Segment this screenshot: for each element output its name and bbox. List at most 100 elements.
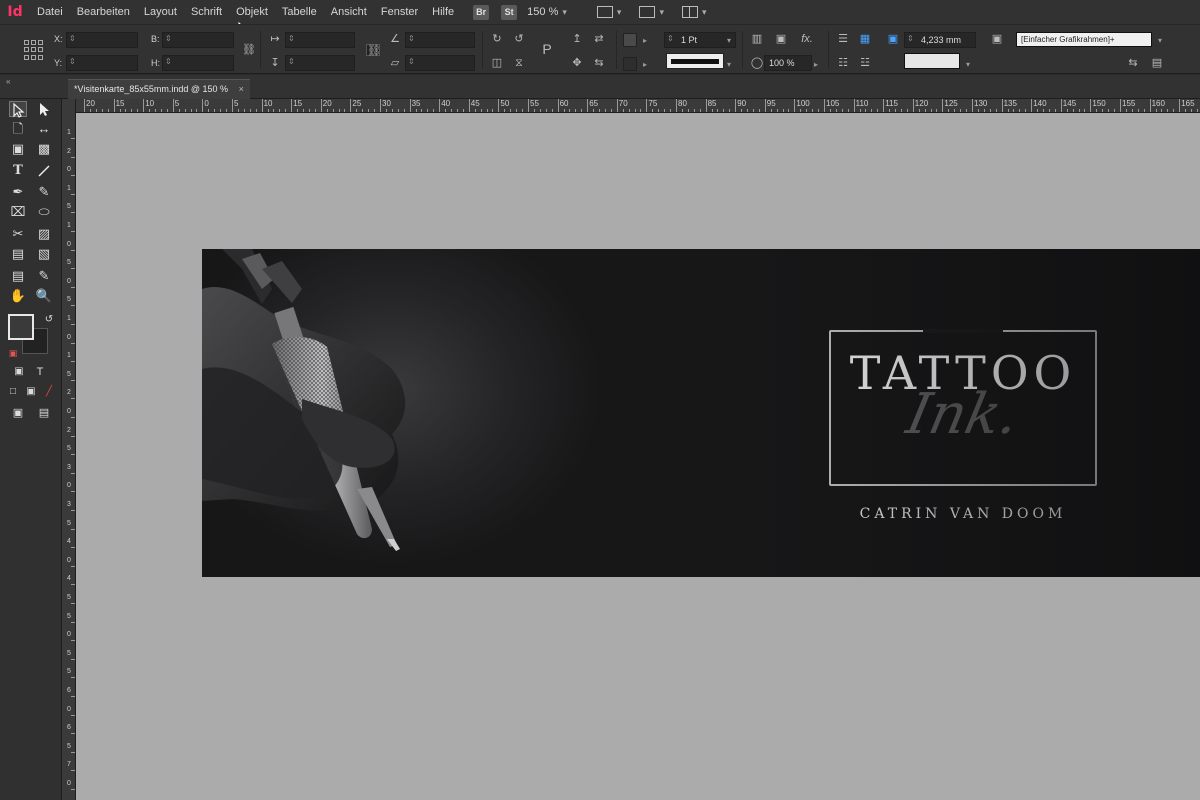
gradient-feather-icon[interactable]: ▧ <box>35 246 53 262</box>
swap-fill-stroke-icon[interactable]: ↺ <box>40 312 58 328</box>
stock-button[interactable]: St <box>501 4 518 20</box>
width-field[interactable]: ⇕ <box>162 32 234 48</box>
stroke-type-swatch[interactable] <box>666 53 724 69</box>
pencil-icon[interactable]: ✎ <box>35 184 53 200</box>
pen-icon[interactable]: ✒ <box>9 184 27 200</box>
content-collector-icon[interactable]: ▣ <box>9 141 27 157</box>
select-container-icon[interactable]: ↥ <box>570 33 584 45</box>
offset-field[interactable]: ⇕ 4,233 mm <box>904 32 976 48</box>
menu-tabelle[interactable]: Tabelle <box>275 6 324 18</box>
fill-swatch-icon[interactable] <box>623 33 637 47</box>
eyedropper-icon[interactable]: ✎ <box>35 268 53 284</box>
vertical-ruler[interactable]: 120151050510152025303540455055606570 <box>62 99 76 800</box>
menu-ansicht[interactable]: Ansicht <box>324 6 374 18</box>
pasteboard[interactable]: TATTOO Ink. CATRIN VAN DOOM <box>76 113 1200 800</box>
y-position-field[interactable]: ⇕ <box>66 55 138 71</box>
stroke-swatch-icon[interactable] <box>623 57 637 71</box>
menu-schrift[interactable]: Schrift <box>184 6 229 18</box>
object-style-icon[interactable]: ▣ <box>990 33 1004 45</box>
selection-icon[interactable] <box>9 101 27 118</box>
default-fill-stroke-icon[interactable]: ▣ <box>4 345 22 361</box>
text-wrap-shape-icon[interactable]: ☷ <box>836 57 850 69</box>
object-style-chevron-icon[interactable]: ▾ <box>1158 36 1162 45</box>
formatting-container-icon[interactable]: ▣ <box>10 364 28 380</box>
menu-bearbeiten[interactable]: Bearbeiten <box>70 6 137 18</box>
screen-mode-icon[interactable] <box>639 6 656 18</box>
arrange-documents-chevron-icon[interactable]: ▾ <box>702 7 707 18</box>
scale-x-field[interactable]: ⇕ <box>285 32 355 48</box>
apply-gradient-icon[interactable]: ▣ <box>22 384 40 400</box>
collapse-panel-icon[interactable]: « <box>6 77 10 86</box>
flip-vertical-icon[interactable]: ⧖ <box>512 57 526 69</box>
shear-angle-field[interactable]: ⇕ <box>405 55 475 71</box>
content-placer-icon[interactable]: ▩ <box>35 141 53 157</box>
hand-icon[interactable]: ✋ <box>9 288 27 304</box>
scale-y-field[interactable]: ⇕ <box>285 55 355 71</box>
arrange-documents-icon[interactable] <box>681 6 698 18</box>
rotate-cw-icon[interactable]: ↻ <box>490 33 504 45</box>
menu-datei[interactable]: Datei <box>30 6 70 18</box>
view-options-icon[interactable] <box>596 6 613 18</box>
zoom-icon[interactable]: 🔍 <box>35 288 53 304</box>
select-next-object-icon[interactable]: ⇆ <box>592 57 606 69</box>
drop-shadow-icon[interactable]: ▣ <box>774 33 788 45</box>
stroke-weight-chevron-icon[interactable]: ▾ <box>727 36 731 45</box>
rotation-angle-field[interactable]: ⇕ <box>405 32 475 48</box>
constrain-scale-icon[interactable]: ⛓ <box>366 44 381 57</box>
corner-options-icon[interactable]: ▥ <box>750 33 764 45</box>
frame-fitting-icon[interactable]: ▣ <box>886 33 900 45</box>
screen-mode-chevron-icon[interactable]: ▾ <box>659 7 664 18</box>
text-wrap-none-icon[interactable]: ☰ <box>836 33 850 45</box>
line-icon[interactable] <box>35 163 53 179</box>
formatting-text-icon[interactable]: T <box>31 364 49 380</box>
direct-selection-icon[interactable] <box>35 101 53 117</box>
gradient-swatch-icon[interactable]: ▤ <box>9 246 27 262</box>
opacity-field[interactable]: 100 % <box>764 55 812 71</box>
logo-script[interactable]: Ink. <box>824 382 1102 447</box>
tattoo-machine-photo[interactable] <box>202 249 422 577</box>
select-content-icon[interactable]: ✥ <box>570 57 584 69</box>
panel-menu-icon[interactable]: ▤ <box>1150 57 1164 69</box>
document-tab[interactable]: *Visitenkarte_85x55mm.indd @ 150 % × <box>68 79 250 99</box>
fill-color-swatch[interactable] <box>904 53 960 69</box>
gap-icon[interactable]: ↔ <box>35 121 53 137</box>
stroke-chevron-icon[interactable]: ▸ <box>643 60 647 69</box>
fill-color-chevron-icon[interactable]: ▾ <box>966 60 970 69</box>
bridge-button[interactable]: Br <box>473 4 490 20</box>
apply-color-icon[interactable]: □ <box>4 384 22 400</box>
corner-shape-icon[interactable]: ◯ <box>750 57 764 69</box>
zoom-chevron-icon[interactable]: ▾ <box>562 7 567 18</box>
menu-hilfe[interactable]: Hilfe <box>425 6 461 18</box>
owner-name[interactable]: CATRIN VAN DOOM <box>829 506 1097 522</box>
clear-overrides-icon[interactable]: ⇆ <box>1126 57 1140 69</box>
stroke-type-chevron-icon[interactable]: ▾ <box>727 60 731 69</box>
fx-icon[interactable]: fx. <box>800 33 814 45</box>
view-options-chevron-icon[interactable]: ▾ <box>617 7 622 18</box>
fill-proxy[interactable] <box>8 314 34 340</box>
rotate-ccw-icon[interactable]: ↺ <box>512 33 526 45</box>
apply-none-icon[interactable]: ╱ <box>40 384 58 400</box>
object-style-select[interactable]: [Einfacher Grafikrahmen]+ <box>1016 32 1152 47</box>
reference-point-icon[interactable] <box>24 40 44 60</box>
type-icon[interactable]: T <box>9 163 27 179</box>
select-prev-object-icon[interactable]: ⇄ <box>592 33 606 45</box>
text-wrap-bounding-icon[interactable]: ▦ <box>858 33 872 45</box>
logo-frame[interactable]: TATTOO Ink. <box>829 329 1097 486</box>
ellipse-icon[interactable]: ⬭ <box>35 204 53 220</box>
close-tab-icon[interactable]: × <box>239 84 244 94</box>
zoom-level[interactable]: 150 % <box>527 6 558 18</box>
free-transform-icon[interactable]: ▨ <box>35 226 53 242</box>
page-icon[interactable]: 🗋 <box>9 121 27 137</box>
stroke-weight-field[interactable]: ⇕ 1 Pt <box>664 32 736 48</box>
opacity-chevron-icon[interactable]: ▸ <box>814 60 818 69</box>
text-wrap-jump-icon[interactable]: ☳ <box>858 57 872 69</box>
x-position-field[interactable]: ⇕ <box>66 32 138 48</box>
scissors-icon[interactable]: ✂ <box>9 226 27 242</box>
constrain-proportions-icon[interactable]: ⛓ <box>242 44 256 56</box>
menu-fenster[interactable]: Fenster <box>374 6 425 18</box>
business-card-page[interactable]: TATTOO Ink. CATRIN VAN DOOM <box>202 249 1200 577</box>
horizontal-ruler[interactable]: 20 15 10 5 0 5 10 15 20 25 30 35 40 45 50 55 60 65 70 75 80 8… <box>76 99 1200 113</box>
flip-horizontal-icon[interactable]: ◫ <box>490 57 504 69</box>
rectangle-frame-icon[interactable]: ⌧ <box>9 204 27 220</box>
screen-mode-tool-icon[interactable]: ▤ <box>35 405 53 421</box>
